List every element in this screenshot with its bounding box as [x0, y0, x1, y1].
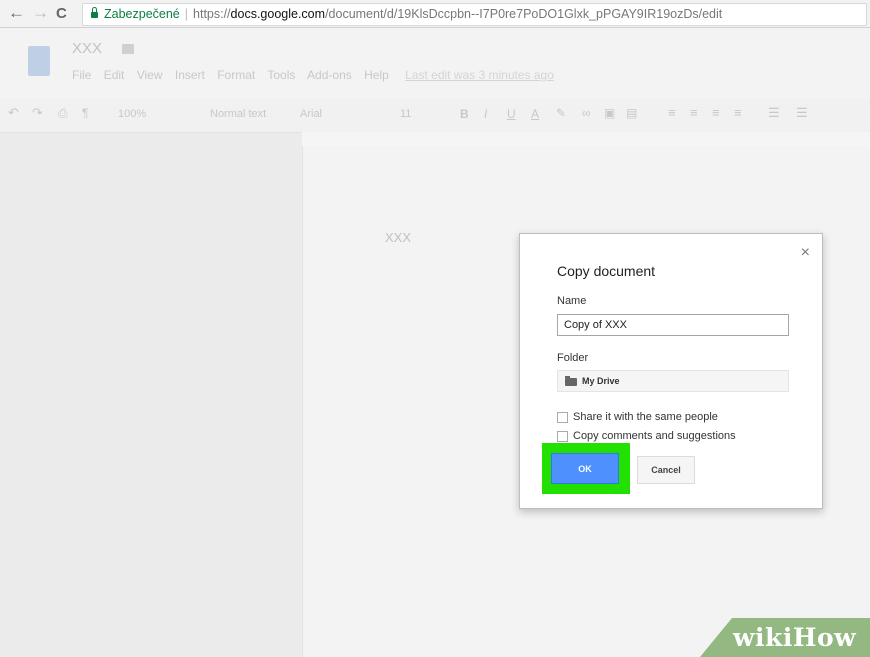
undo-icon[interactable]: ↶ — [8, 105, 19, 121]
url-prefix: https:// — [193, 7, 231, 21]
wikihow-watermark: wikiHow — [733, 623, 857, 652]
font-select[interactable]: Arial — [300, 108, 322, 120]
share-label[interactable]: Share it with the same people — [573, 411, 718, 423]
menu-tools[interactable]: Tools — [267, 68, 295, 82]
copy-comments-label[interactable]: Copy comments and suggestions — [573, 430, 736, 442]
name-label: Name — [557, 295, 587, 307]
forward-icon[interactable]: → — [32, 3, 49, 23]
document-title[interactable]: XXX — [72, 40, 102, 57]
align-right-icon[interactable]: ≡ — [712, 105, 720, 120]
text-color-icon[interactable]: A — [531, 107, 539, 121]
folder-label: Folder — [557, 352, 589, 364]
close-icon[interactable]: × — [801, 244, 810, 262]
lock-icon — [91, 7, 98, 18]
menu-addons[interactable]: Add-ons — [307, 68, 352, 82]
url-domain: docs.google.com — [230, 7, 326, 21]
document-body-text[interactable]: XXX — [385, 230, 411, 245]
folder-value: My Drive — [582, 376, 620, 386]
browser-address-bar: ← → C Zabezpečené | https://docs.google.co… — [0, 0, 870, 28]
ruler[interactable] — [302, 132, 870, 147]
menu-file[interactable]: File — [72, 68, 91, 82]
folder-icon[interactable] — [122, 44, 134, 54]
italic-icon[interactable]: I — [484, 107, 487, 121]
docs-toolbar: ↶ ↷ ⎙ ¶ 100% Normal text Arial 11 B I U … — [0, 98, 870, 133]
numbered-list-icon[interactable]: ☰ — [768, 105, 780, 121]
url-path: /document/d/19KlsDccpbn--I7P0re7PoDO1Glx… — [325, 7, 723, 21]
highlight-icon[interactable]: ✎ — [556, 106, 566, 120]
copy-document-dialog: × Copy document Name Folder My Drive Sha… — [519, 233, 823, 509]
menu-edit[interactable]: Edit — [104, 68, 125, 82]
share-checkbox[interactable] — [557, 412, 568, 423]
menu-insert[interactable]: Insert — [175, 68, 205, 82]
docs-header — [0, 28, 870, 98]
dialog-title: Copy document — [557, 263, 656, 279]
comment-icon[interactable]: ▣ — [604, 106, 615, 120]
paint-format-icon[interactable]: ¶ — [82, 106, 88, 120]
copy-comments-checkbox[interactable] — [557, 431, 568, 442]
url-bar[interactable]: Zabezpečené | https://docs.google.com/docu… — [82, 3, 867, 26]
menu-bar: File Edit View Insert Format Tools Add-o… — [72, 68, 563, 82]
image-icon[interactable]: ▤ — [626, 106, 637, 120]
align-justify-icon[interactable]: ≡ — [734, 105, 742, 120]
url-separator: | — [184, 7, 189, 21]
secure-label: Zabezpečené — [104, 7, 180, 21]
print-icon[interactable]: ⎙ — [58, 106, 68, 121]
align-left-icon[interactable]: ≡ — [668, 105, 676, 120]
folder-icon — [565, 376, 577, 386]
menu-view[interactable]: View — [137, 68, 163, 82]
underline-icon[interactable]: U — [507, 107, 516, 121]
docs-logo-icon[interactable] — [28, 46, 50, 76]
last-edit-link[interactable]: Last edit was 3 minutes ago — [405, 68, 554, 82]
font-size-select[interactable]: 11 — [400, 108, 411, 120]
bold-icon[interactable]: B — [460, 107, 469, 121]
redo-icon[interactable]: ↷ — [32, 105, 43, 121]
link-icon[interactable]: ∞ — [582, 106, 591, 120]
ok-button[interactable]: OK — [551, 453, 619, 484]
name-input[interactable] — [557, 314, 789, 336]
menu-format[interactable]: Format — [217, 68, 255, 82]
zoom-select[interactable]: 100% — [118, 108, 146, 120]
align-center-icon[interactable]: ≡ — [690, 105, 698, 120]
back-icon[interactable]: ← — [8, 3, 25, 23]
reload-icon[interactable]: C — [56, 5, 67, 22]
menu-help[interactable]: Help — [364, 68, 389, 82]
cancel-button[interactable]: Cancel — [637, 456, 695, 484]
style-select[interactable]: Normal text — [210, 108, 266, 120]
folder-selector[interactable]: My Drive — [557, 370, 789, 392]
bulleted-list-icon[interactable]: ☰ — [796, 105, 808, 121]
